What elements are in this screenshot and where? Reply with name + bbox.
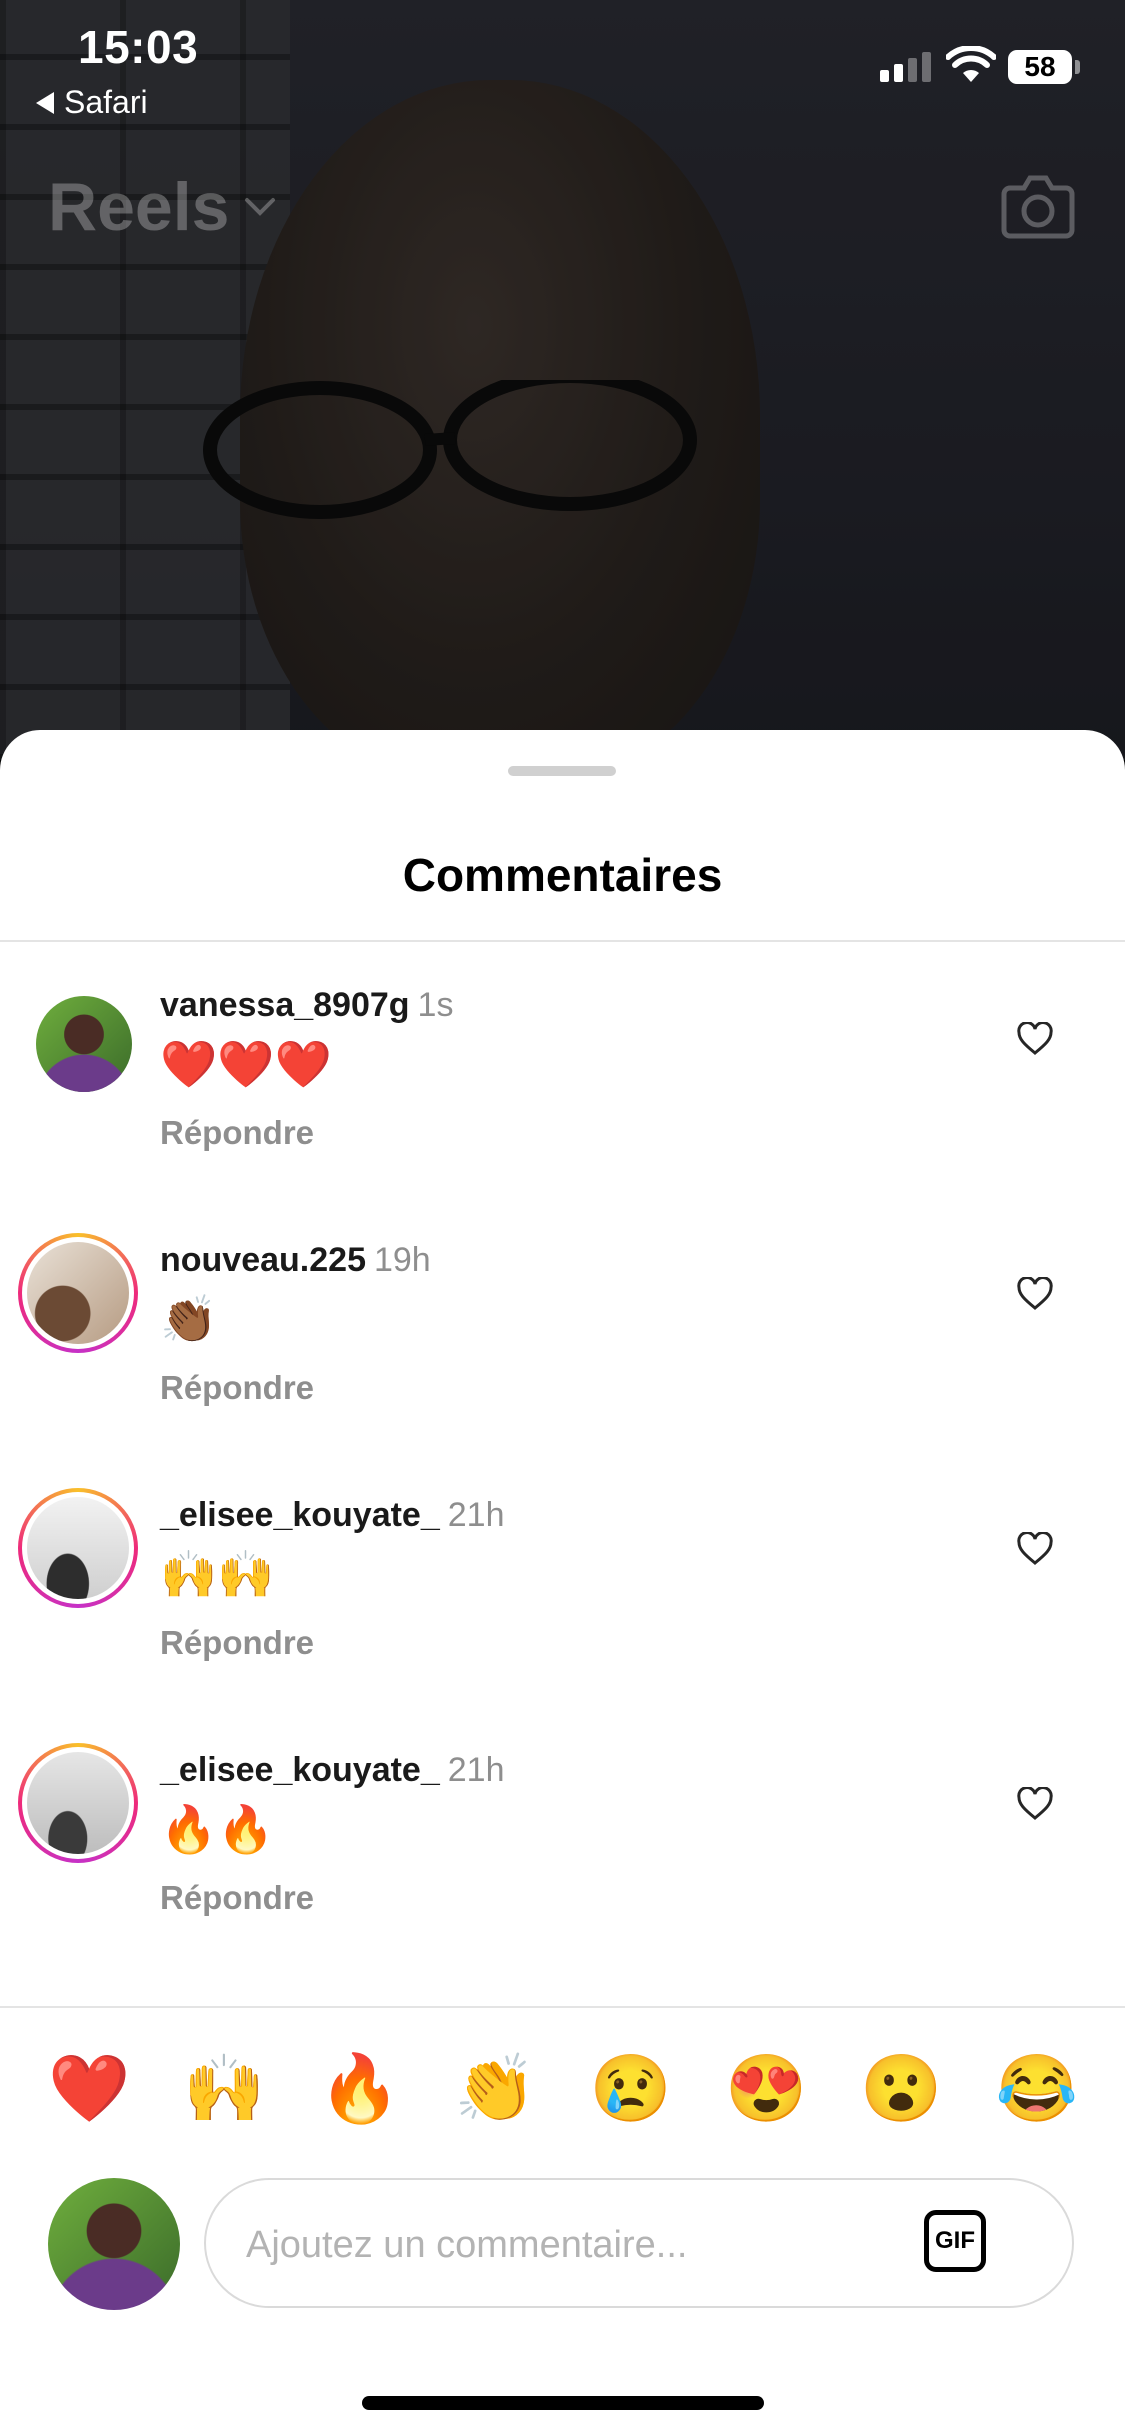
reply-button[interactable]: Répondre — [160, 1624, 314, 1662]
comments-sheet: Commentaires vanessa_8907g 1s ❤️❤️❤️ Répo… — [0, 730, 1125, 2436]
reaction-clap[interactable]: 👏 — [454, 2048, 536, 2128]
battery-icon: 58 — [1008, 50, 1072, 84]
battery-nub — [1075, 60, 1080, 74]
comment-item: _elisee_kouyate_ 21h 🔥🔥 Répondre — [0, 1743, 1125, 1951]
back-app-label: Safari — [64, 84, 148, 120]
quick-reaction-bar: ❤️ 🙌 🔥 👏 😢 😍 😮 😂 — [48, 2048, 1078, 2128]
avatar-story-ring[interactable] — [18, 1488, 138, 1608]
comment-text: 👏🏾 — [160, 1293, 218, 1345]
comment-header: _elisee_kouyate_ 21h — [160, 1496, 505, 1535]
reply-button[interactable]: Répondre — [160, 1369, 314, 1407]
sheet-grabber[interactable] — [508, 766, 616, 776]
comment-header: _elisee_kouyate_ 21h — [160, 1751, 505, 1790]
reels-title: Reels — [48, 169, 230, 245]
avatar-image — [27, 1242, 129, 1344]
avatar-image — [27, 1497, 129, 1599]
comment-username[interactable]: _elisee_kouyate_ — [160, 1751, 440, 1789]
avatar-image — [36, 996, 132, 1092]
video-dim-overlay — [0, 0, 1125, 760]
comment-header: vanessa_8907g 1s — [160, 986, 453, 1025]
comment-item: vanessa_8907g 1s ❤️❤️❤️ Répondre — [0, 986, 1125, 1186]
comment-item: nouveau.225 19h 👏🏾 Répondre — [0, 1233, 1125, 1441]
cellular-signal-icon — [880, 52, 931, 82]
comment-item: _elisee_kouyate_ 21h 🙌🙌 Répondre — [0, 1488, 1125, 1696]
heart-like-icon[interactable] — [1016, 1532, 1054, 1566]
reaction-heart[interactable]: ❤️ — [48, 2048, 130, 2128]
comment-text: 🙌🙌 — [160, 1548, 275, 1600]
comment-time: 1s — [417, 986, 454, 1024]
avatar-image — [27, 1752, 129, 1854]
gif-button[interactable]: GIF — [924, 2210, 986, 2272]
reaction-surprised[interactable]: 😮 — [860, 2048, 942, 2128]
status-time: 15:03 — [78, 21, 199, 73]
comment-text: ❤️❤️❤️ — [160, 1038, 332, 1090]
comment-input-container[interactable]: GIF — [204, 2178, 1074, 2308]
chevron-down-icon — [245, 198, 276, 216]
wifi-icon — [946, 46, 996, 82]
comment-text: 🔥🔥 — [160, 1803, 275, 1855]
heart-like-icon[interactable] — [1016, 1787, 1054, 1821]
back-to-app-button[interactable]: Safari — [36, 84, 148, 121]
avatar[interactable] — [36, 996, 132, 1092]
heart-like-icon[interactable] — [1016, 1277, 1054, 1311]
divider — [0, 2006, 1125, 2008]
camera-icon[interactable] — [1000, 170, 1076, 240]
reply-button[interactable]: Répondre — [160, 1879, 314, 1917]
home-indicator[interactable] — [362, 2396, 764, 2410]
comment-username[interactable]: nouveau.225 — [160, 1241, 366, 1279]
divider — [0, 940, 1125, 942]
avatar-story-ring[interactable] — [18, 1233, 138, 1353]
reaction-heart-eyes[interactable]: 😍 — [725, 2048, 807, 2128]
sheet-title: Commentaires — [402, 849, 723, 901]
comment-time: 21h — [447, 1751, 505, 1789]
comment-header: nouveau.225 19h — [160, 1241, 431, 1280]
reaction-fire[interactable]: 🔥 — [319, 2048, 401, 2128]
reels-title-dropdown[interactable]: Reels — [48, 168, 277, 246]
back-triangle-icon — [36, 91, 54, 114]
reaction-raised-hands[interactable]: 🙌 — [183, 2048, 265, 2128]
heart-like-icon[interactable] — [1016, 1022, 1054, 1056]
reel-video-background — [0, 0, 1125, 760]
avatar-story-ring[interactable] — [18, 1743, 138, 1863]
comment-time: 19h — [373, 1241, 431, 1279]
comment-time: 21h — [447, 1496, 505, 1534]
reply-button[interactable]: Répondre — [160, 1114, 314, 1152]
comment-username[interactable]: _elisee_kouyate_ — [160, 1496, 440, 1534]
reaction-crying[interactable]: 😢 — [590, 2048, 672, 2128]
current-user-avatar — [48, 2178, 180, 2310]
comment-username[interactable]: vanessa_8907g — [160, 986, 410, 1024]
comment-input[interactable] — [244, 2214, 888, 2276]
reaction-laughing[interactable]: 😂 — [996, 2048, 1078, 2128]
